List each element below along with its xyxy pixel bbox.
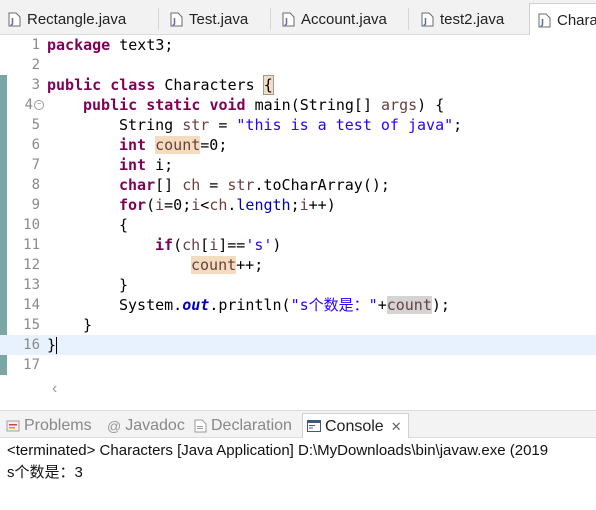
close-icon[interactable]: ✕ xyxy=(391,419,402,435)
code-line-1: package text3; xyxy=(47,36,174,54)
tab-divider xyxy=(270,8,271,30)
line-number: 16 xyxy=(23,337,40,353)
editor-tab-account[interactable]: J Account.java xyxy=(274,4,408,35)
line-number: 13 xyxy=(23,277,40,293)
editor-tab-bar: J Rectangle.java J Test.java J Account.j… xyxy=(0,0,596,36)
text-caret xyxy=(56,337,58,354)
code-line-16: } xyxy=(47,336,58,354)
line-number: 9 xyxy=(31,197,40,213)
java-file-icon: J xyxy=(170,12,183,27)
line-number: 11 xyxy=(23,237,40,253)
line-number: 15 xyxy=(23,317,40,333)
code-line-8: char[] ch = str.toCharArray(); xyxy=(119,176,390,194)
tab-divider xyxy=(408,8,409,30)
console-icon xyxy=(307,420,321,433)
console-output: s个数是：3 xyxy=(7,464,83,481)
editor-tab-label: Chara xyxy=(557,11,596,29)
console-status-header: <terminated> Characters [Java Applicatio… xyxy=(7,442,549,459)
code-line-7: int i; xyxy=(119,156,174,174)
line-number: 12 xyxy=(23,257,40,273)
line-number: 17 xyxy=(23,357,40,373)
code-line-6: int count=0; xyxy=(119,136,228,154)
scroll-left-icon[interactable]: ‹ xyxy=(52,380,57,398)
editor-tab-label: Account.java xyxy=(301,11,387,28)
svg-text:J: J xyxy=(540,18,544,27)
code-line-4: public static void main(String[] args) { xyxy=(83,96,445,114)
svg-text:J: J xyxy=(284,17,288,26)
svg-text:J: J xyxy=(172,17,176,26)
code-line-13: } xyxy=(119,276,129,294)
line-number: 8 xyxy=(31,177,40,193)
line-number: 5 xyxy=(31,117,40,133)
line-number: 10 xyxy=(23,217,40,233)
tab-declaration[interactable]: Declaration xyxy=(194,413,292,438)
editor-tab-label: Test.java xyxy=(189,11,249,28)
code-editor[interactable]: 1 2 3 4 − 5 6 7 8 9 10 11 12 13 14 15 16… xyxy=(0,35,596,397)
line-number: 1 xyxy=(31,37,40,53)
editor-tab-test[interactable]: J Test.java xyxy=(162,4,272,35)
line-number: 3 xyxy=(31,77,40,93)
java-file-icon: J xyxy=(421,12,434,27)
javadoc-icon: @ xyxy=(107,417,122,434)
tab-divider xyxy=(158,8,159,30)
line-number: 14 xyxy=(23,297,40,313)
line-number: 7 xyxy=(31,157,40,173)
code-line-12: count++; xyxy=(191,256,264,274)
svg-text:J: J xyxy=(10,17,14,26)
declaration-icon xyxy=(194,419,207,433)
line-number: 6 xyxy=(31,137,40,153)
editor-tab-rectangle[interactable]: J Rectangle.java xyxy=(0,4,160,35)
code-line-15: } xyxy=(83,316,93,334)
current-line-highlight xyxy=(0,335,596,355)
line-number: 4 xyxy=(24,97,33,113)
horizontal-scrollbar[interactable]: ‹ xyxy=(47,380,596,398)
java-file-icon: J xyxy=(282,12,295,27)
fold-collapse-icon[interactable]: − xyxy=(34,100,44,110)
editor-tab-characters[interactable]: J Chara xyxy=(529,3,596,36)
svg-text:J: J xyxy=(423,17,427,26)
views-tab-bar: Problems @ Javadoc Declaration Console ✕ xyxy=(0,410,596,439)
problems-icon xyxy=(6,419,20,433)
code-line-11: if(ch[i]=='s') xyxy=(155,236,282,254)
editor-tab-label: test2.java xyxy=(440,11,505,28)
line-number: 2 xyxy=(31,57,40,73)
java-file-icon: J xyxy=(8,12,21,27)
tab-console[interactable]: Console ✕ xyxy=(302,413,409,439)
tab-javadoc[interactable]: @ Javadoc xyxy=(107,413,185,438)
code-line-3: public class Characters { xyxy=(47,75,274,95)
code-line-14: System.out.println("s个数是："+count); xyxy=(119,296,450,314)
code-line-5: String str = "this is a test of java"; xyxy=(119,116,463,134)
code-line-9: for(i=0;i<ch.length;i++) xyxy=(119,196,336,214)
java-file-icon: J xyxy=(538,13,551,28)
console-view[interactable]: <terminated> Characters [Java Applicatio… xyxy=(0,438,596,510)
editor-tab-test2[interactable]: J test2.java xyxy=(413,4,528,35)
editor-tab-label: Rectangle.java xyxy=(27,11,127,28)
code-line-10: { xyxy=(119,216,129,234)
tab-problems[interactable]: Problems xyxy=(6,413,92,438)
